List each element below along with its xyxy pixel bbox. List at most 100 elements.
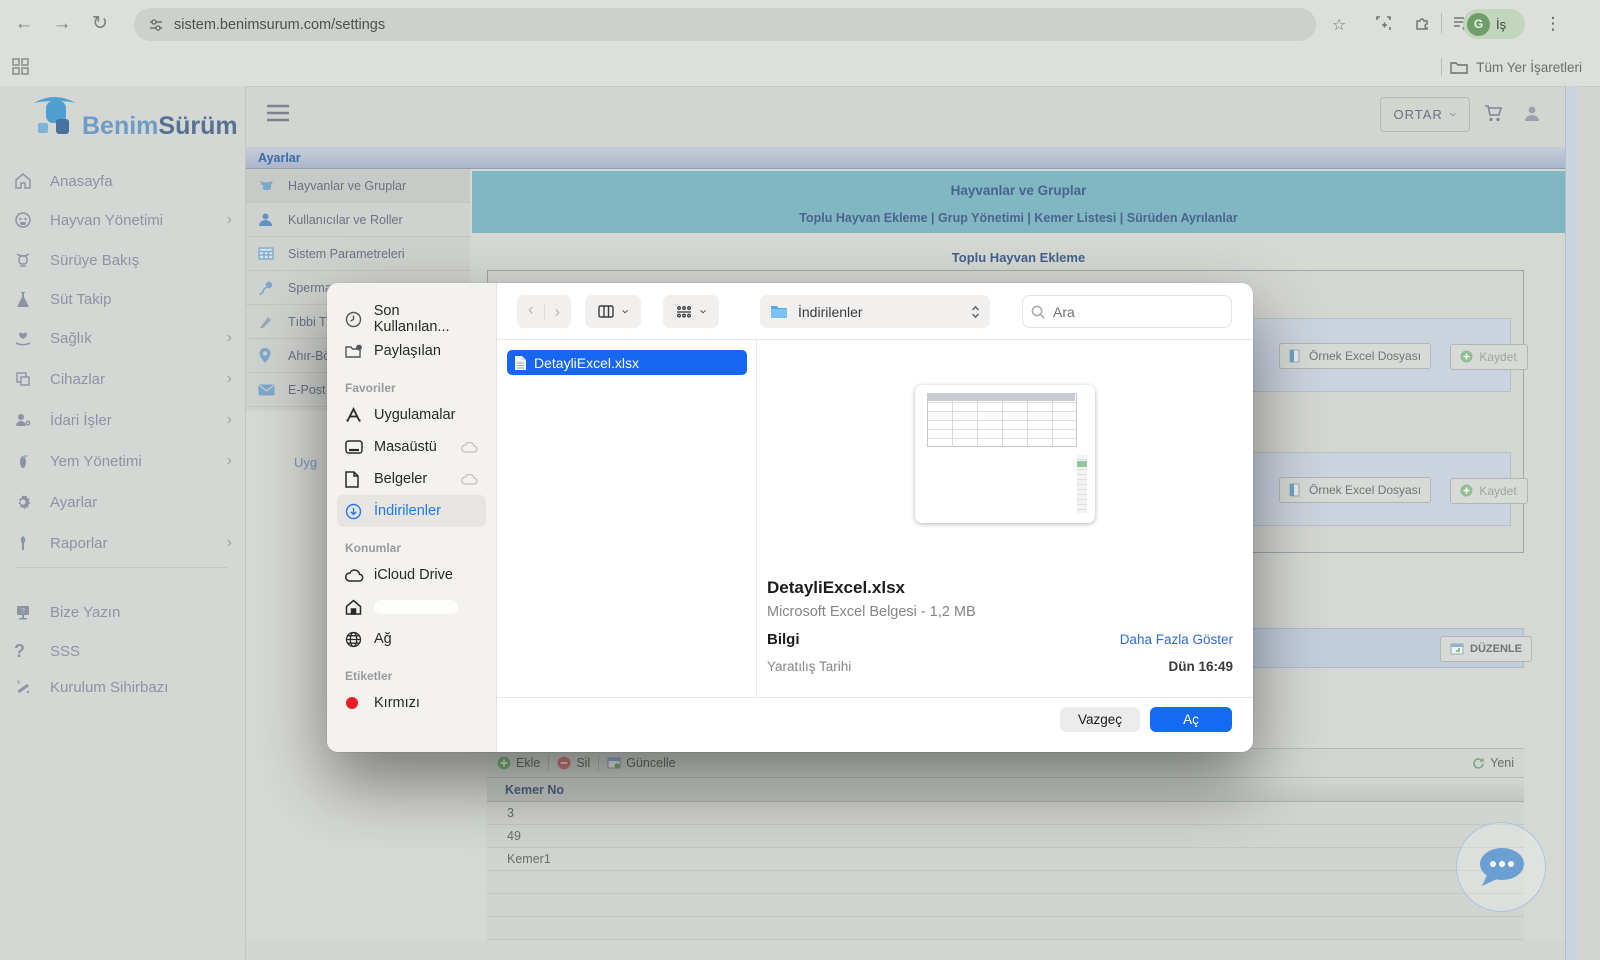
shared-folder-icon <box>345 344 365 359</box>
show-more-link[interactable]: Daha Fazla Göster <box>1120 632 1233 647</box>
group-view-button[interactable]: › <box>663 295 719 328</box>
sidebar-item-network[interactable]: Ağ <box>337 623 486 655</box>
kebab-menu-icon[interactable]: ⋮ <box>1540 14 1566 34</box>
sidebar-item-hayvan-yonetimi[interactable]: Hayvan Yönetimi › <box>14 205 232 235</box>
sidebar-item-shared[interactable]: Paylaşılan <box>337 335 486 367</box>
settings-item-sistem-parametreleri[interactable]: Sistem Parametreleri <box>246 237 470 271</box>
reload-icon[interactable]: ↻ <box>86 0 114 48</box>
partial-background-text: Uyg <box>294 455 318 470</box>
chevron-down-icon: › <box>696 309 712 314</box>
table-row-empty <box>487 871 1524 894</box>
all-bookmarks[interactable]: Tüm Yer İşaretleri <box>1441 58 1582 76</box>
page-scrollbar[interactable] <box>1565 86 1577 960</box>
sidebar-item-yem-yonetimi[interactable]: Yem Yönetimi › <box>14 446 232 476</box>
back-icon[interactable]: ← <box>10 0 38 48</box>
home-icon <box>345 599 365 615</box>
add-circle-icon <box>1460 350 1473 363</box>
sidebar-item-idari-isler[interactable]: İdari İşler › <box>14 405 232 435</box>
chat-widget-button[interactable] <box>1456 822 1546 912</box>
table-row-empty <box>487 917 1524 940</box>
settings-item-hayvanlar-ve-gruplar[interactable]: Hayvanlar ve Gruplar <box>246 169 470 203</box>
sidebar-item-cihazlar[interactable]: Cihazlar › <box>14 364 232 394</box>
apps-grid-icon[interactable] <box>12 58 29 75</box>
sidebar-item-tag-red[interactable]: Kırmızı <box>337 687 486 719</box>
finder-content: › › › › İndirilenler Ara DetayliExcel.xl… <box>497 283 1253 752</box>
add-button[interactable]: Ekle <box>497 756 540 770</box>
sidebar-item-saglik[interactable]: Sağlık › <box>14 323 232 353</box>
table-row[interactable]: Kemer1 <box>487 848 1524 871</box>
sidebar-item-suruye-bakis[interactable]: Sürüye Bakış <box>14 245 232 275</box>
chevron-left-icon[interactable]: › <box>528 302 534 321</box>
sidebar-item-ayarlar[interactable]: Ayarlar <box>14 487 232 517</box>
save-button-2[interactable]: Kaydet <box>1449 477 1528 504</box>
update-button[interactable]: Güncelle <box>607 756 676 770</box>
chevron-down-icon: › <box>618 309 634 314</box>
sidebar-item-desktop[interactable]: Masaüstü <box>337 431 486 463</box>
screen: ← → ↻ sistem.benimsurum.com/settings ☆ G… <box>0 0 1600 960</box>
sample-excel-button-2[interactable]: Örnek Excel Dosyası <box>1279 477 1432 503</box>
sidebar-item-home[interactable] <box>337 591 486 623</box>
scalpel-icon <box>258 314 276 330</box>
save-button-1[interactable]: Kaydet <box>1449 343 1528 370</box>
menu-hamburger-icon[interactable] <box>266 104 290 122</box>
sidebar-item-raporlar[interactable]: Raporlar › <box>14 528 232 558</box>
nav-back-forward[interactable]: › › <box>517 295 571 328</box>
globe-icon <box>345 631 365 648</box>
sidebar-item-applications[interactable]: Uygulamalar <box>337 399 486 431</box>
updown-chevrons-icon <box>971 305 980 319</box>
belt-table-header: Kemer No <box>487 779 1524 802</box>
excel-doc-icon <box>514 355 527 371</box>
sidebar-item-recents[interactable]: Son Kullanılan... <box>337 303 486 335</box>
settings-item-kullanicilar-ve-roller[interactable]: Kullanıcılar ve Roller <box>246 203 470 237</box>
bookmark-star-icon[interactable]: ☆ <box>1326 15 1352 35</box>
forward-icon[interactable]: → <box>48 0 76 48</box>
sidebar-item-downloads[interactable]: İndirilenler <box>337 495 486 527</box>
mock-spreadsheet-header <box>927 393 1075 401</box>
divider <box>1441 13 1442 33</box>
file-row-selected[interactable]: DetayliExcel.xlsx <box>507 350 747 375</box>
screenshot-icon[interactable] <box>1375 15 1392 32</box>
delete-button[interactable]: Sil <box>557 756 590 770</box>
content-tabs[interactable]: Toplu Hayvan Ekleme | Grup Yönetimi | Ke… <box>472 211 1565 225</box>
herd-selector-dropdown[interactable]: ORTAR › <box>1380 97 1470 132</box>
app-logo[interactable]: BenimSürüm <box>30 95 238 139</box>
dialog-footer: Vazgeç Aç <box>497 697 1253 752</box>
settings-title: Ayarlar <box>258 151 301 165</box>
sidebar-item-sut-takip[interactable]: Süt Takip <box>14 284 232 314</box>
logo-text-2: Sürüm <box>158 112 238 140</box>
cart-icon[interactable] <box>1484 105 1504 123</box>
open-button[interactable]: Aç <box>1150 707 1232 732</box>
search-field[interactable] <box>1022 295 1232 328</box>
download-circle-icon <box>345 503 365 520</box>
content-header: Hayvanlar ve Gruplar Toplu Hayvan Ekleme… <box>472 171 1565 233</box>
divider <box>1441 58 1443 76</box>
sample-excel-button-1[interactable]: Örnek Excel Dosyası <box>1279 343 1432 369</box>
chevron-right-icon: › <box>226 534 232 551</box>
extensions-puzzle-icon[interactable] <box>1414 14 1432 32</box>
sidebar-item-anasayfa[interactable]: Anasayfa <box>14 166 232 196</box>
chevron-down-icon: › <box>1445 111 1462 118</box>
settings-title-bar: Ayarlar <box>246 147 1576 169</box>
gear-icon <box>14 493 34 511</box>
refresh-button[interactable]: Yeni <box>1472 756 1514 770</box>
cow-icon <box>258 179 276 193</box>
sidebar-item-bize-yazin[interactable]: ? Bize Yazın <box>14 597 232 627</box>
browser-profile[interactable]: G İş <box>1463 9 1525 39</box>
view-columns-button[interactable]: › <box>585 295 641 328</box>
chevron-right-icon[interactable]: › <box>555 303 561 320</box>
cancel-button[interactable]: Vazgeç <box>1060 707 1140 732</box>
address-bar[interactable]: sistem.benimsurum.com/settings <box>134 8 1316 41</box>
table-row[interactable]: 49 <box>487 825 1524 848</box>
sidebar-item-kurulum-sihirbazi[interactable]: Kurulum Sihirbazı <box>14 672 232 702</box>
created-row: Yaratılış Tarihi Dün 16:49 <box>767 659 1233 674</box>
location-dropdown[interactable]: İndirilenler <box>760 295 990 328</box>
chat-bubble-icon <box>1480 848 1524 886</box>
sidebar-item-documents[interactable]: Belgeler <box>337 463 486 495</box>
table-row[interactable]: 3 <box>487 802 1524 825</box>
edit-button[interactable]: DÜZENLE <box>1440 636 1532 662</box>
divider <box>598 755 600 771</box>
user-icon[interactable] <box>1523 104 1541 123</box>
search-input[interactable] <box>1051 302 1205 321</box>
sidebar-item-sss[interactable]: ? SSS <box>14 636 232 666</box>
sidebar-item-icloud[interactable]: iCloud Drive <box>337 559 486 591</box>
